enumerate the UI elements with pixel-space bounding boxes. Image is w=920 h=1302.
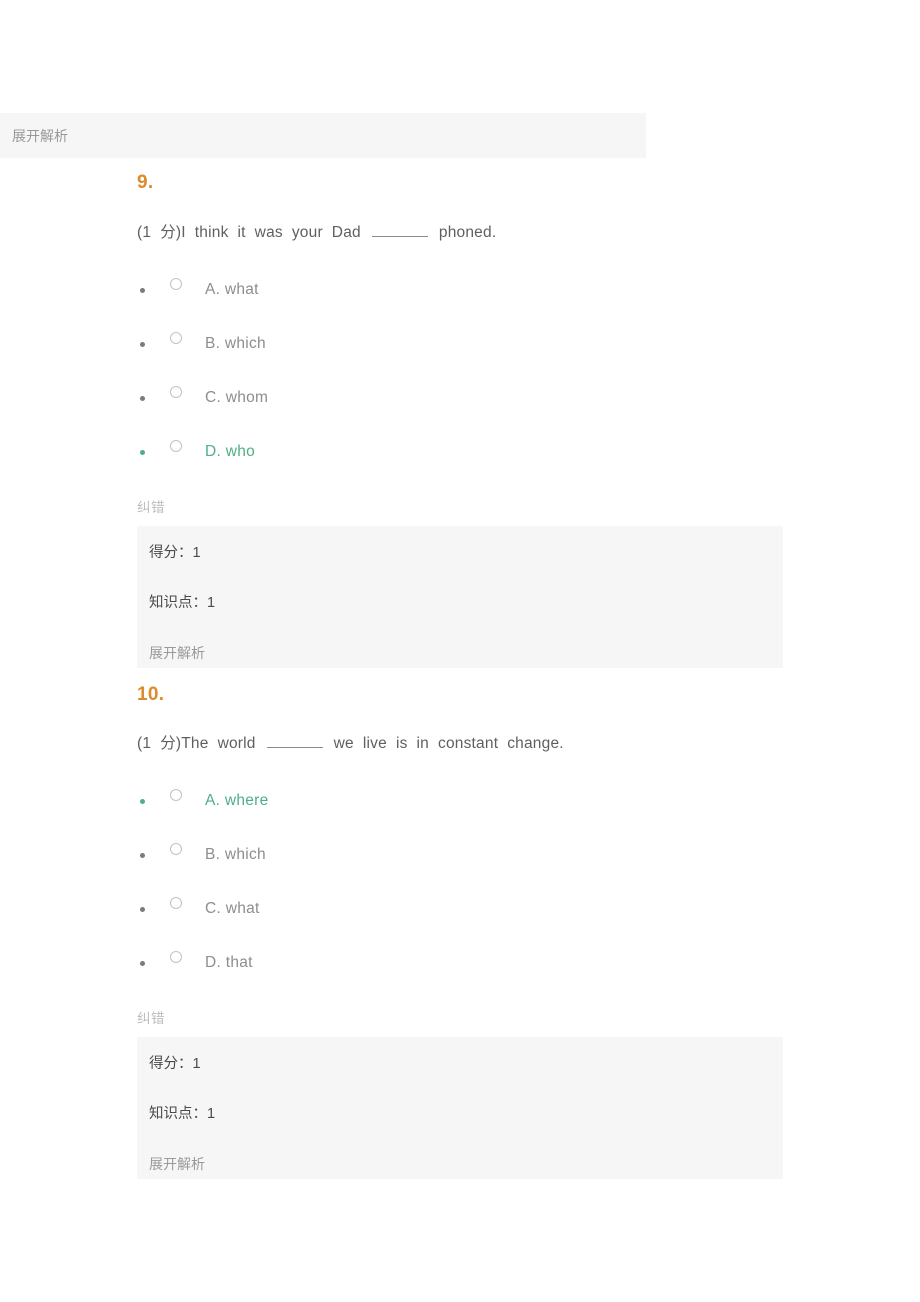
- list-bullet-icon: [140, 852, 145, 858]
- score-row: 得分：1: [137, 1037, 783, 1072]
- list-bullet-icon: [140, 341, 145, 347]
- radio-icon[interactable]: [170, 440, 182, 452]
- question-stem-after: phoned.: [438, 224, 497, 241]
- knowledge-value: 1: [207, 1105, 216, 1122]
- score-label: 得分：: [149, 1056, 193, 1072]
- question-10-result-box: 得分：1 知识点：1 展开解析: [137, 1037, 783, 1179]
- knowledge-label: 知识点：: [149, 594, 207, 611]
- radio-icon[interactable]: [170, 951, 182, 963]
- knowledge-row: 知识点：1: [137, 561, 783, 611]
- option-label: D. that: [205, 954, 253, 971]
- question-score-prefix: (1 分): [137, 224, 182, 241]
- knowledge-label: 知识点：: [149, 1105, 207, 1122]
- list-bullet-icon: [140, 287, 145, 293]
- option-label: B. which: [205, 335, 266, 352]
- option-item[interactable]: C. what: [137, 882, 783, 936]
- radio-icon[interactable]: [170, 278, 182, 290]
- question-10-stem: (1 分)The world we live is in constant ch…: [137, 733, 783, 755]
- expand-analysis-link[interactable]: 展开解析: [137, 610, 783, 660]
- option-item[interactable]: B. which: [137, 828, 783, 882]
- score-value: 1: [192, 1056, 201, 1072]
- question-9-options: A. what B. which C. whom D. who: [137, 263, 783, 479]
- answer-blank: [266, 734, 323, 748]
- report-error-link[interactable]: 纠错: [137, 500, 165, 515]
- option-label: A. what: [205, 281, 259, 298]
- question-9-stem: (1 分)I think it was your Dad phoned.: [137, 222, 783, 244]
- list-bullet-icon: [140, 798, 145, 804]
- option-item-correct[interactable]: D. who: [137, 425, 783, 479]
- radio-icon[interactable]: [170, 789, 182, 801]
- list-bullet-icon: [140, 449, 145, 455]
- question-number: 9.: [137, 172, 154, 193]
- option-item[interactable]: B. which: [137, 317, 783, 371]
- score-row: 得分：1: [137, 526, 783, 561]
- question-10-options: A. where B. which C. what D. that: [137, 774, 783, 990]
- question-score-prefix: (1 分): [137, 735, 182, 752]
- question-number: 10.: [137, 684, 165, 705]
- score-label: 得分：: [149, 545, 193, 561]
- option-item[interactable]: D. that: [137, 936, 783, 990]
- previous-question-result-box: 展开解析: [0, 113, 646, 158]
- knowledge-value: 1: [207, 594, 216, 611]
- expand-analysis-link[interactable]: 展开解析: [0, 129, 68, 143]
- option-item-correct[interactable]: A. where: [137, 774, 783, 828]
- option-label: B. which: [205, 846, 266, 863]
- list-bullet-icon: [140, 960, 145, 966]
- question-10-number-row: 10.: [137, 684, 783, 706]
- expand-analysis-link[interactable]: 展开解析: [137, 1121, 783, 1171]
- radio-icon[interactable]: [170, 843, 182, 855]
- report-error-link[interactable]: 纠错: [137, 1011, 165, 1026]
- option-item[interactable]: C. whom: [137, 371, 783, 425]
- radio-icon[interactable]: [170, 897, 182, 909]
- option-label: A. where: [205, 792, 269, 809]
- question-stem-before: I think it was your Dad: [181, 224, 361, 241]
- list-bullet-icon: [140, 395, 145, 401]
- radio-icon[interactable]: [170, 332, 182, 344]
- question-9-report-row: 纠错: [137, 496, 783, 517]
- option-label: C. what: [205, 900, 260, 917]
- exam-review-page: 展开解析 9. (1 分)I think it was your Dad pho…: [0, 0, 920, 1302]
- question-stem-before: The world: [181, 735, 256, 752]
- question-10-report-row: 纠错: [137, 1007, 783, 1028]
- score-value: 1: [192, 545, 201, 561]
- answer-blank: [371, 223, 428, 237]
- question-9-result-box: 得分：1 知识点：1 展开解析: [137, 526, 783, 668]
- question-stem-after: we live is in constant change.: [333, 735, 564, 752]
- option-item[interactable]: A. what: [137, 263, 783, 317]
- option-label: D. who: [205, 443, 256, 460]
- list-bullet-icon: [140, 906, 145, 912]
- knowledge-row: 知识点：1: [137, 1072, 783, 1122]
- radio-icon[interactable]: [170, 386, 182, 398]
- question-9-number-row: 9.: [137, 172, 783, 194]
- option-label: C. whom: [205, 389, 269, 406]
